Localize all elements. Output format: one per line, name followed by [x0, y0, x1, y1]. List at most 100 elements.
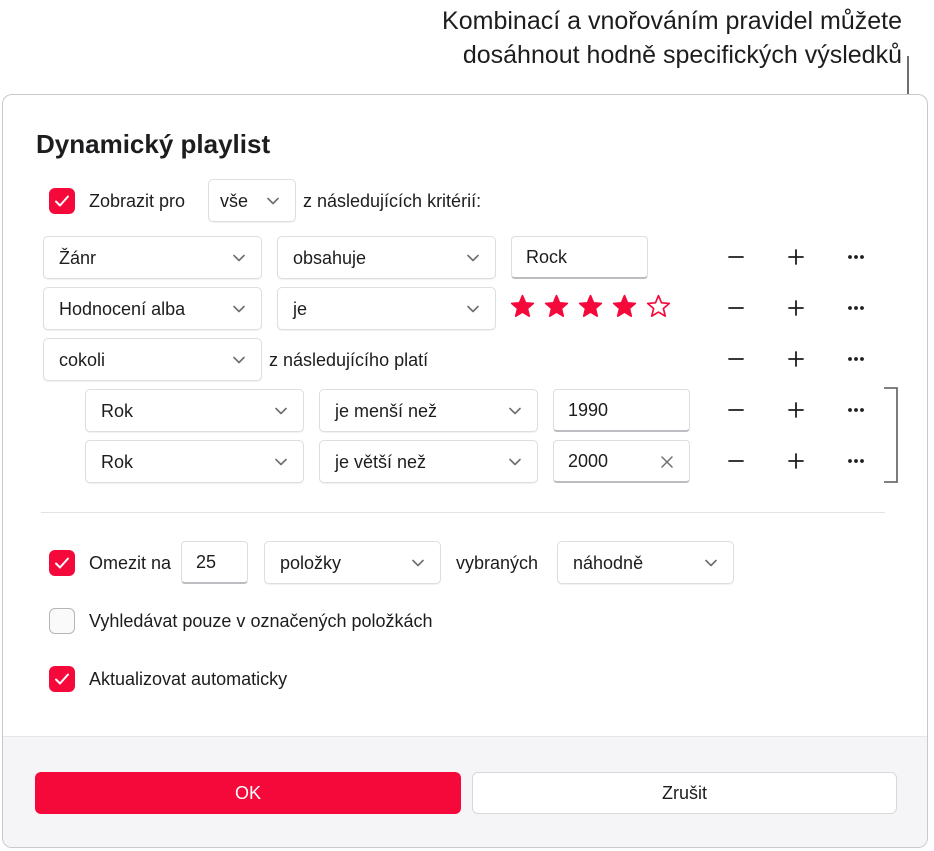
clear-icon[interactable]	[661, 456, 673, 468]
chevron-down-icon	[275, 407, 287, 415]
add-rule-button-5[interactable]	[781, 446, 811, 476]
checkmark-icon	[55, 673, 69, 685]
rule-1-operator-value: obsahuje	[293, 248, 367, 268]
rule-1-operator-select[interactable]: obsahuje	[277, 236, 496, 279]
selected-by-select[interactable]: náhodně	[557, 541, 734, 584]
remove-rule-button-1[interactable]	[721, 242, 751, 272]
more-rule-button-4[interactable]	[841, 395, 871, 425]
ellipsis-icon	[848, 357, 864, 361]
star-filled-icon[interactable]	[578, 294, 603, 318]
limit-unit-select[interactable]: položky	[264, 541, 441, 584]
star-filled-icon[interactable]	[510, 294, 535, 318]
plus-icon	[788, 300, 804, 316]
chevron-down-icon	[705, 559, 717, 567]
only-checked-checkbox[interactable]	[49, 608, 75, 634]
plus-icon	[788, 402, 804, 418]
dialog-footer: OK Zrušit	[3, 736, 927, 847]
selected-by-label: vybraných	[456, 553, 539, 573]
plus-icon	[788, 453, 804, 469]
chevron-down-icon	[509, 407, 521, 415]
nested-rule-2-value-text: 2000	[568, 451, 609, 471]
more-rule-button-1[interactable]	[841, 242, 871, 272]
more-rule-button-2[interactable]	[841, 293, 871, 323]
nested-rule-2-value-input[interactable]: 2000	[553, 440, 690, 483]
nested-rule-2-field-select[interactable]: Rok	[85, 440, 304, 483]
minus-icon	[728, 460, 744, 462]
nested-rule-1-value-input[interactable]: 1990	[553, 389, 690, 432]
more-rule-button-5[interactable]	[841, 446, 871, 476]
nested-rule-1-operator-select[interactable]: je menší než	[319, 389, 538, 432]
rule-1-value-input[interactable]: Rock	[511, 236, 648, 279]
callout-line-1: Kombinací a vnořováním pravidel můžete	[442, 7, 902, 35]
plus-icon	[788, 249, 804, 265]
add-rule-button-3[interactable]	[781, 344, 811, 374]
nested-group-bracket	[884, 387, 898, 483]
rule-2-operator-select[interactable]: je	[277, 287, 496, 330]
ellipsis-icon	[848, 306, 864, 310]
live-update-label: Aktualizovat automaticky	[89, 669, 288, 689]
chevron-down-icon	[509, 458, 521, 466]
match-select-value: vše	[220, 191, 249, 211]
match-prefix-label: Zobrazit pro	[89, 191, 186, 211]
star-empty-icon[interactable]	[646, 294, 671, 318]
limit-label: Omezit na	[89, 553, 172, 573]
remove-rule-button-2[interactable]	[721, 293, 751, 323]
rule-1-field-value: Žánr	[59, 248, 97, 268]
add-rule-button-4[interactable]	[781, 395, 811, 425]
add-rule-button-1[interactable]	[781, 242, 811, 272]
plus-icon	[788, 351, 804, 367]
rating-stars[interactable]	[510, 294, 671, 318]
remove-rule-button-5[interactable]	[721, 446, 751, 476]
rule-3-field-value: cokoli	[59, 350, 106, 370]
callout-line-2: dosáhnout hodně specifických výsledků	[462, 41, 902, 69]
live-update-checkbox[interactable]	[49, 666, 75, 692]
chevron-down-icon	[233, 356, 245, 364]
rule-2-field-select[interactable]: Hodnocení alba	[43, 287, 262, 330]
match-select[interactable]: vše	[208, 179, 296, 222]
ok-button[interactable]: OK	[35, 772, 461, 814]
more-rule-button-3[interactable]	[841, 344, 871, 374]
ellipsis-icon	[848, 408, 864, 412]
limit-value-text: 25	[196, 552, 217, 572]
cancel-button[interactable]: Zrušit	[472, 772, 897, 814]
chevron-down-icon	[233, 254, 245, 262]
nested-rule-2-operator-select[interactable]: je větší než	[319, 440, 538, 483]
rule-1-value-text: Rock	[526, 247, 568, 267]
match-suffix-label: z následujících kritérií:	[303, 191, 482, 211]
add-rule-button-2[interactable]	[781, 293, 811, 323]
remove-rule-button-3[interactable]	[721, 344, 751, 374]
star-filled-icon[interactable]	[612, 294, 637, 318]
section-divider	[41, 512, 885, 513]
limit-unit-value: položky	[280, 553, 342, 573]
chevron-down-icon	[467, 254, 479, 262]
limit-value-input[interactable]: 25	[181, 541, 248, 584]
rule-3-operator-text: z následujícího platí	[269, 350, 429, 370]
ellipsis-icon	[848, 459, 864, 463]
nested-rule-2-field-value: Rok	[101, 452, 134, 472]
rule-3-field-select[interactable]: cokoli	[43, 338, 262, 381]
nested-rule-1-field-select[interactable]: Rok	[85, 389, 304, 432]
star-filled-icon[interactable]	[544, 294, 569, 318]
chevron-down-icon	[267, 197, 279, 205]
checkmark-icon	[55, 195, 69, 207]
chevron-down-icon	[412, 559, 424, 567]
rule-2-field-value: Hodnocení alba	[59, 299, 186, 319]
nested-rule-2-operator-value: je větší než	[335, 452, 427, 472]
limit-checkbox[interactable]	[49, 550, 75, 576]
chevron-down-icon	[233, 305, 245, 313]
chevron-down-icon	[275, 458, 287, 466]
remove-rule-button-4[interactable]	[721, 395, 751, 425]
minus-icon	[728, 307, 744, 309]
minus-icon	[728, 256, 744, 258]
checkmark-icon	[55, 557, 69, 569]
rule-1-field-select[interactable]: Žánr	[43, 236, 262, 279]
match-checkbox[interactable]	[49, 188, 75, 214]
only-checked-label: Vyhledávat pouze v označených položkách	[89, 611, 433, 631]
chevron-down-icon	[467, 305, 479, 313]
nested-rule-1-field-value: Rok	[101, 401, 134, 421]
nested-rule-1-operator-value: je menší než	[335, 401, 438, 421]
ellipsis-icon	[848, 255, 864, 259]
callout-annotation: Kombinací a vnořováním pravidel můžete d…	[442, 4, 902, 72]
dialog-title: Dynamický playlist	[36, 129, 271, 159]
minus-icon	[728, 409, 744, 411]
